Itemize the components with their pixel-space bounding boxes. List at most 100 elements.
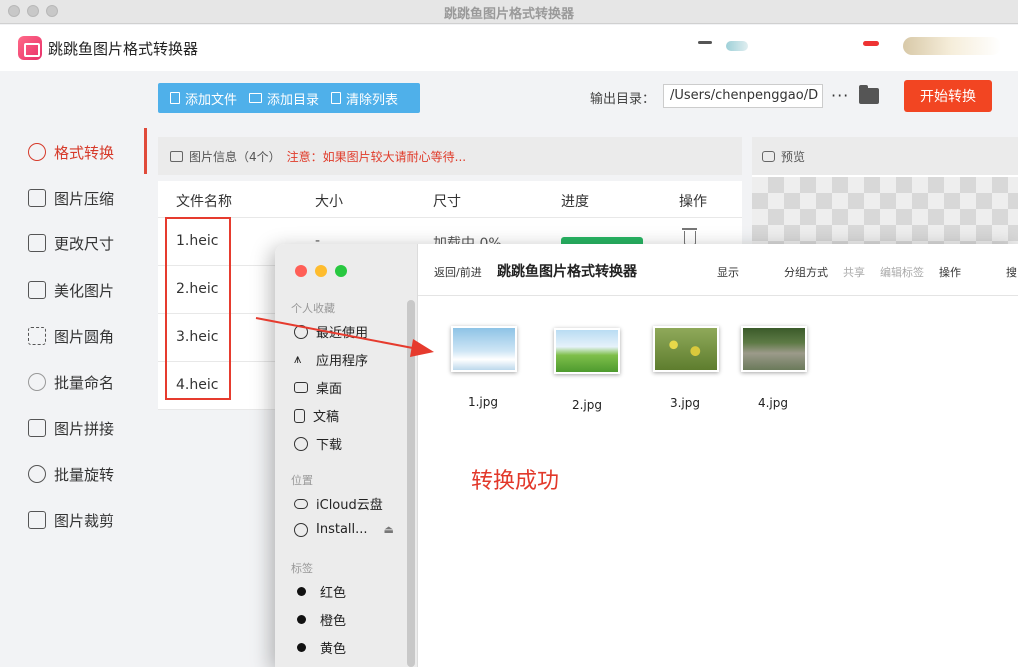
- sidebar-item-label: 图片压缩: [54, 189, 115, 208]
- file-icon: [170, 92, 180, 104]
- finder-sidebar-label: iCloud云盘: [316, 498, 383, 513]
- tags-header: 标签: [291, 562, 313, 575]
- finder-window: 个人收藏 最近使用 ⩚ 应用程序 桌面 文稿 下载 位置 iCloud云盘 Ins…: [275, 244, 1018, 667]
- finder-tag-label: 红色: [320, 586, 347, 601]
- finder-sidebar-label: Install...: [316, 522, 368, 537]
- sidebar-item-batch-rename[interactable]: 批量命名: [28, 370, 114, 394]
- finder-sidebar-recent[interactable]: 最近使用: [294, 322, 368, 341]
- file-thumbnail-meadow[interactable]: [554, 328, 620, 374]
- sidebar-item-compress[interactable]: 图片压缩: [28, 186, 114, 210]
- folder-icon: [249, 93, 263, 103]
- locations-header: 位置: [291, 474, 313, 487]
- finder-sidebar-documents[interactable]: 文稿: [294, 406, 339, 425]
- more-options-button[interactable]: ···: [831, 86, 849, 105]
- document-icon: [294, 408, 305, 423]
- favorites-header: 个人收藏: [291, 302, 335, 315]
- file-thumbnail-flowers[interactable]: [653, 326, 719, 372]
- crop-icon: [28, 511, 46, 529]
- add-file-button[interactable]: 添加文件: [170, 89, 237, 108]
- sidebar-item-beautify[interactable]: 美化图片: [28, 278, 114, 302]
- sidebar-item-crop[interactable]: 图片裁剪: [28, 508, 114, 532]
- preview-icon: [762, 150, 775, 162]
- start-convert-button[interactable]: 开始转换: [904, 80, 992, 112]
- sidebar-item-batch-rotate[interactable]: 批量旋转: [28, 462, 114, 486]
- applications-icon: ⩚: [294, 351, 302, 367]
- desktop-icon: [294, 382, 308, 393]
- column-header-actions: 操作: [679, 194, 707, 210]
- finder-tag-red[interactable]: 红色: [294, 582, 346, 601]
- sidebar-active-indicator: [144, 128, 147, 174]
- cloud-icon: [294, 498, 308, 509]
- file-name-label[interactable]: 3.jpg: [655, 396, 715, 410]
- add-directory-button[interactable]: 添加目录: [249, 89, 319, 108]
- file-name-label[interactable]: 4.jpg: [743, 396, 803, 410]
- finder-zoom-button[interactable]: [335, 265, 347, 277]
- column-header-size: 大小: [315, 194, 343, 210]
- preview-canvas: [752, 177, 1018, 247]
- clear-list-button[interactable]: 清除列表: [331, 89, 398, 108]
- sidebar-item-label: 批量旋转: [54, 465, 115, 484]
- finder-sidebar-applications[interactable]: ⩚ 应用程序: [294, 350, 368, 369]
- column-header-progress: 进度: [561, 194, 589, 210]
- eject-icon[interactable]: ⏏: [384, 523, 394, 536]
- sidebar-item-label: 图片拼接: [54, 419, 115, 438]
- disk-icon: [294, 522, 308, 537]
- file-thumbnail-sky[interactable]: [451, 326, 517, 372]
- finder-sidebar-icloud[interactable]: iCloud云盘: [294, 494, 383, 513]
- finder-sidebar-label: 文稿: [313, 410, 340, 425]
- stitch-icon: [28, 419, 46, 437]
- finder-sidebar-scrollbar[interactable]: [407, 300, 415, 667]
- group-by-button[interactable]: 分组方式: [784, 264, 828, 280]
- back-forward-button[interactable]: 返回/前进: [434, 264, 482, 280]
- sidebar-item-round-corner[interactable]: 图片圆角: [28, 324, 114, 348]
- finder-tag-yellow[interactable]: 黄色: [294, 638, 346, 657]
- sidebar-item-format-convert[interactable]: 格式转换: [28, 140, 114, 164]
- download-icon: [294, 436, 308, 451]
- sidebar-item-label: 图片圆角: [54, 327, 115, 346]
- open-folder-icon[interactable]: [859, 85, 879, 104]
- preview-header: 预览: [752, 137, 1018, 175]
- output-directory-label: 输出目录：: [590, 92, 656, 107]
- sidebar-item-label: 更改尺寸: [54, 234, 115, 253]
- round-corner-icon: [28, 327, 46, 345]
- file-count-label: 图片信息（4个）: [189, 149, 281, 164]
- finder-tag-orange[interactable]: 橙色: [294, 610, 346, 629]
- finder-tag-label: 橙色: [320, 614, 347, 629]
- edit-tags-button[interactable]: 编辑标签: [880, 264, 924, 280]
- sidebar-item-label: 美化图片: [54, 281, 115, 300]
- file-name-label[interactable]: 2.jpg: [557, 398, 617, 412]
- tag-dot-icon: [297, 587, 306, 596]
- file-name-label[interactable]: 1.jpg: [453, 395, 513, 409]
- annotation-highlight-box: [165, 217, 231, 400]
- trash-icon: [331, 92, 342, 104]
- search-button[interactable]: 搜: [1006, 264, 1017, 280]
- finder-sidebar-downloads[interactable]: 下载: [294, 434, 342, 453]
- delete-row-icon[interactable]: [682, 228, 697, 245]
- share-button[interactable]: 共享: [843, 264, 865, 280]
- sidebar-item-stitch[interactable]: 图片拼接: [28, 416, 114, 440]
- app-name: 跳跳鱼图片格式转换器: [48, 40, 199, 58]
- finder-sidebar-desktop[interactable]: 桌面: [294, 378, 342, 397]
- table-divider: [158, 217, 742, 218]
- clear-list-label: 清除列表: [346, 92, 399, 108]
- finder-minimize-button[interactable]: [315, 265, 327, 277]
- view-button[interactable]: 显示: [717, 264, 739, 280]
- resize-icon: [28, 234, 46, 252]
- finder-close-button[interactable]: [295, 265, 307, 277]
- header-blurred-user[interactable]: [903, 37, 1001, 55]
- conversion-success-annotation: 转换成功: [471, 469, 560, 494]
- output-directory-input[interactable]: /Users/chenpenggao/D: [663, 84, 823, 108]
- image-icon: [170, 150, 183, 162]
- finder-sidebar-label: 桌面: [316, 382, 343, 397]
- beautify-icon: [28, 281, 46, 299]
- add-file-label: 添加文件: [185, 92, 238, 108]
- add-directory-label: 添加目录: [267, 92, 320, 108]
- action-button[interactable]: 操作: [939, 264, 961, 280]
- header-blurred-item: [726, 41, 748, 51]
- convert-icon: [28, 143, 46, 161]
- sidebar-item-label: 批量命名: [54, 373, 115, 392]
- finder-sidebar-install-disk[interactable]: Install... ⏏: [294, 522, 394, 537]
- app-logo-icon: [18, 36, 42, 60]
- sidebar-item-resize[interactable]: 更改尺寸: [28, 231, 114, 255]
- file-thumbnail-stream[interactable]: [741, 326, 807, 372]
